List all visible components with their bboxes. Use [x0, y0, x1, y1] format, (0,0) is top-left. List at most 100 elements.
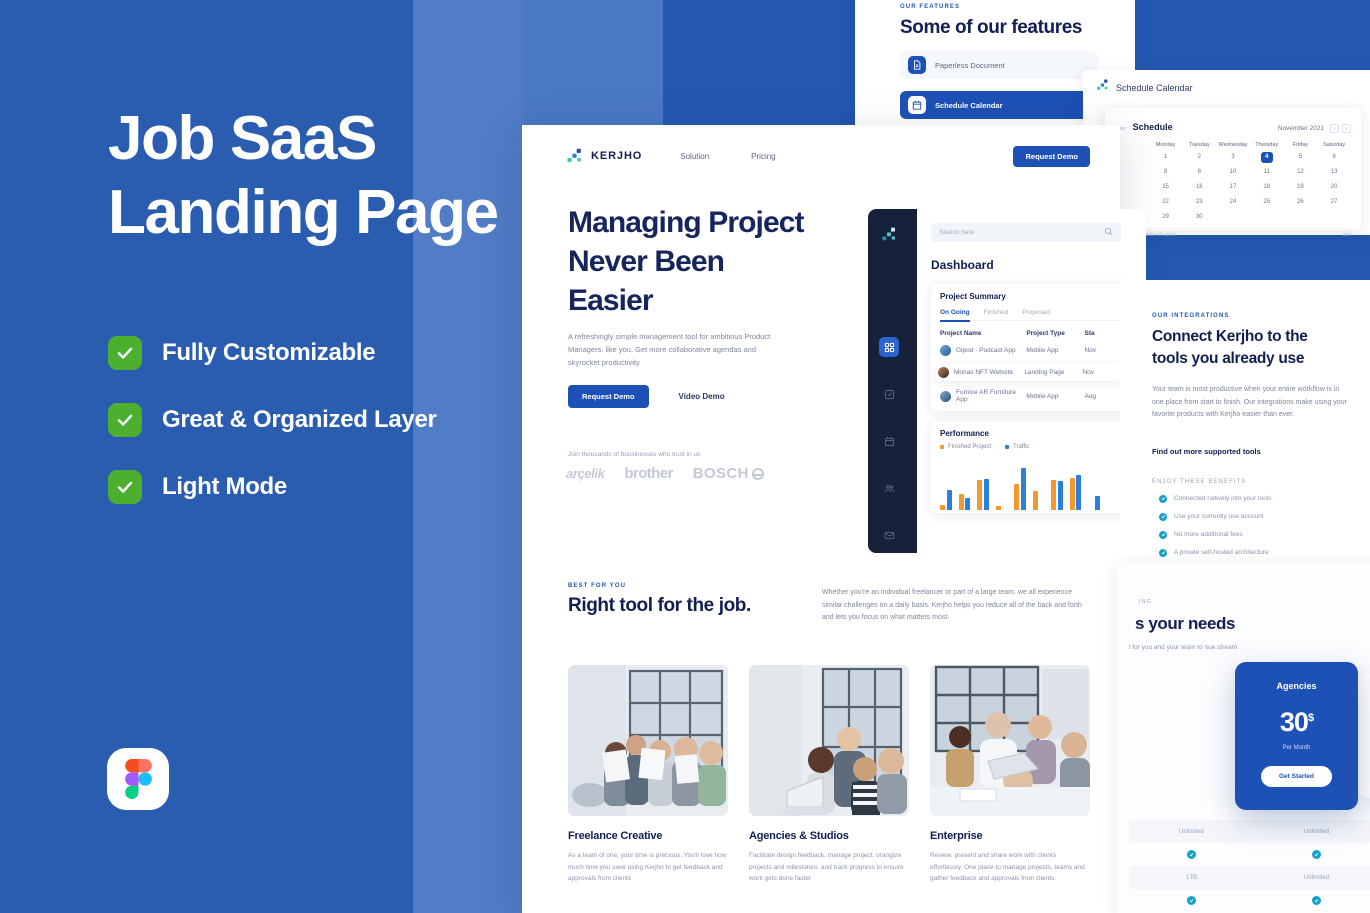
- tab-on-going[interactable]: On Going: [940, 309, 970, 322]
- nav-link-pricing[interactable]: Pricing: [751, 152, 775, 161]
- pricing-feature-table: Unlimited Unlimited 1TB Unlimited: [1129, 820, 1370, 912]
- calendar-day[interactable]: [1115, 152, 1149, 163]
- benefit-label: Use your currently use account: [1174, 513, 1264, 520]
- hero-video-demo-link[interactable]: Video Demo: [679, 392, 725, 401]
- card-title: Enterprise: [930, 830, 983, 842]
- check-circle-icon: [1187, 850, 1196, 859]
- chevron-right-icon[interactable]: ›: [1342, 124, 1351, 133]
- promo-feature-item: Great & Organized Layer: [108, 402, 528, 438]
- calendar-footer-right[interactable]: see: [1343, 232, 1351, 238]
- card-photo: [568, 665, 728, 816]
- table-row[interactable]: Monas NFT Website Landing Page Nov: [936, 364, 1122, 381]
- calendar-day[interactable]: 11: [1250, 167, 1284, 178]
- legend-finished-project: Finished Project: [940, 444, 991, 450]
- request-demo-button[interactable]: Request Demo: [1013, 145, 1090, 167]
- performance-legend: Finished Project Traffic: [940, 444, 1122, 450]
- feature-item-paperless-document[interactable]: Paperless Document: [900, 51, 1098, 79]
- calendar-day[interactable]: 13: [1317, 167, 1351, 178]
- bar-finished: [940, 505, 945, 510]
- pricing-title: s your needs: [1135, 614, 1236, 633]
- task-check-icon[interactable]: [879, 384, 899, 404]
- calendar-day[interactable]: 3: [1216, 152, 1250, 163]
- calendar-dow: Thursday: [1255, 142, 1279, 148]
- pricing-eyebrow: ING: [1139, 599, 1152, 605]
- calendar-day[interactable]: 6: [1317, 152, 1351, 163]
- table-row[interactable]: Furnice AR Furniture App Mobile App Aug: [940, 389, 1122, 403]
- pricing-cell: Unlimited: [1178, 828, 1204, 835]
- nav-link-solution[interactable]: Solution: [680, 152, 709, 161]
- calendar-day[interactable]: 17: [1216, 182, 1250, 193]
- find-more-tools-link[interactable]: Find out more supported tools: [1152, 447, 1370, 456]
- calendar-day[interactable]: 12: [1284, 167, 1318, 178]
- calendar-day-selected[interactable]: 4: [1260, 152, 1273, 163]
- calendar-day[interactable]: 1: [1149, 152, 1183, 163]
- team-icon[interactable]: [879, 478, 899, 498]
- calendar-day[interactable]: 24: [1216, 197, 1250, 208]
- chevron-left-icon[interactable]: ‹: [1330, 124, 1339, 133]
- brand[interactable]: KERJHO: [566, 148, 642, 165]
- calendar-day[interactable]: 8: [1182, 167, 1216, 178]
- tab-proposed[interactable]: Proposed: [1022, 309, 1050, 316]
- audience-card-enterprise: Enterprise Review, present and share wor…: [930, 665, 1090, 885]
- integrations-eyebrow: OUR INTEGRATIONS: [1152, 313, 1230, 319]
- calendar-card-header: Schedule Calendar: [1083, 70, 1370, 97]
- calendar-day[interactable]: 19: [1284, 182, 1318, 193]
- calendar-day[interactable]: 23: [1182, 197, 1216, 208]
- pricing-cell: [1254, 896, 1370, 905]
- bar-finished: [1069, 478, 1075, 510]
- mail-icon[interactable]: [879, 525, 899, 545]
- calendar-schedule-label: Schedule: [1132, 122, 1173, 132]
- check-icon: [108, 403, 142, 437]
- legend-swatch: [940, 445, 944, 449]
- promo-feature-item: Light Mode: [108, 469, 528, 505]
- calendar-icon[interactable]: [879, 431, 899, 451]
- promo-title-line2: Landing Page: [108, 178, 499, 247]
- calendar-day[interactable]: 16: [1182, 182, 1216, 193]
- bar-finished: [1032, 491, 1038, 510]
- plan-price-value: 30: [1279, 707, 1309, 737]
- calendar-day[interactable]: [1115, 197, 1149, 208]
- benefit-item: Connected natively into your tools: [1152, 494, 1370, 503]
- get-started-button[interactable]: Get Started: [1260, 766, 1333, 787]
- legend-label: Finished Project: [948, 444, 992, 450]
- calendar-day[interactable]: 20: [1317, 182, 1351, 193]
- pricing-cell: Unlimited: [1303, 828, 1329, 835]
- calendar-day[interactable]: 5: [1284, 152, 1318, 163]
- hero-heading-line1: Managing Project: [568, 206, 805, 239]
- benefit-label: Connected natively into your tools: [1174, 495, 1272, 502]
- bar-group: [1051, 480, 1063, 510]
- calendar-day[interactable]: 26: [1284, 197, 1318, 208]
- features-title: Some of our features: [900, 17, 1083, 38]
- search-icon[interactable]: [1104, 227, 1113, 238]
- calendar-day[interactable]: 25: [1250, 197, 1284, 208]
- benefits-label: ENJOY THESE BENEFITS: [1152, 478, 1247, 485]
- feature-item-label: Paperless Document: [935, 60, 1005, 70]
- hero-request-demo-button[interactable]: Request Demo: [568, 385, 649, 408]
- benefit-label: No more additional fees: [1174, 531, 1243, 538]
- calendar-day[interactable]: 27: [1317, 197, 1351, 208]
- kerjho-logo-icon: [1096, 79, 1109, 97]
- integrations-panel: OUR INTEGRATIONS Connect Kerjho to the t…: [1120, 280, 1370, 565]
- project-summary-title: Project Summary: [940, 292, 1006, 301]
- calendar-day[interactable]: 2: [1182, 152, 1216, 163]
- tab-finished[interactable]: Finished: [984, 309, 1009, 316]
- search-input[interactable]: Search here: [931, 223, 1121, 242]
- feature-item-schedule-calendar[interactable]: Schedule Calendar: [900, 91, 1098, 119]
- bar-traffic: [946, 490, 952, 510]
- calendar-dow: Saturday: [1323, 142, 1346, 148]
- calendar-day[interactable]: 29: [1149, 212, 1183, 223]
- table-row[interactable]: Gipod - Podcast App Mobile App Nov: [940, 345, 1122, 356]
- calendar-day[interactable]: 18: [1250, 182, 1284, 193]
- calendar-day[interactable]: [1115, 182, 1149, 193]
- pricing-cell: Unlimited: [1303, 874, 1329, 881]
- calendar-day[interactable]: 15: [1149, 182, 1183, 193]
- calendar-card-title: Schedule Calendar: [1116, 83, 1193, 93]
- calendar-day[interactable]: [1115, 167, 1149, 178]
- grid-icon[interactable]: [879, 337, 899, 357]
- calendar-day[interactable]: 22: [1149, 197, 1183, 208]
- hero-buttons: Request Demo Video Demo: [568, 385, 725, 408]
- calendar-day[interactable]: 8: [1149, 167, 1183, 178]
- bar-finished: [1051, 480, 1056, 510]
- calendar-day[interactable]: 30: [1182, 212, 1216, 223]
- calendar-day[interactable]: 10: [1216, 167, 1250, 178]
